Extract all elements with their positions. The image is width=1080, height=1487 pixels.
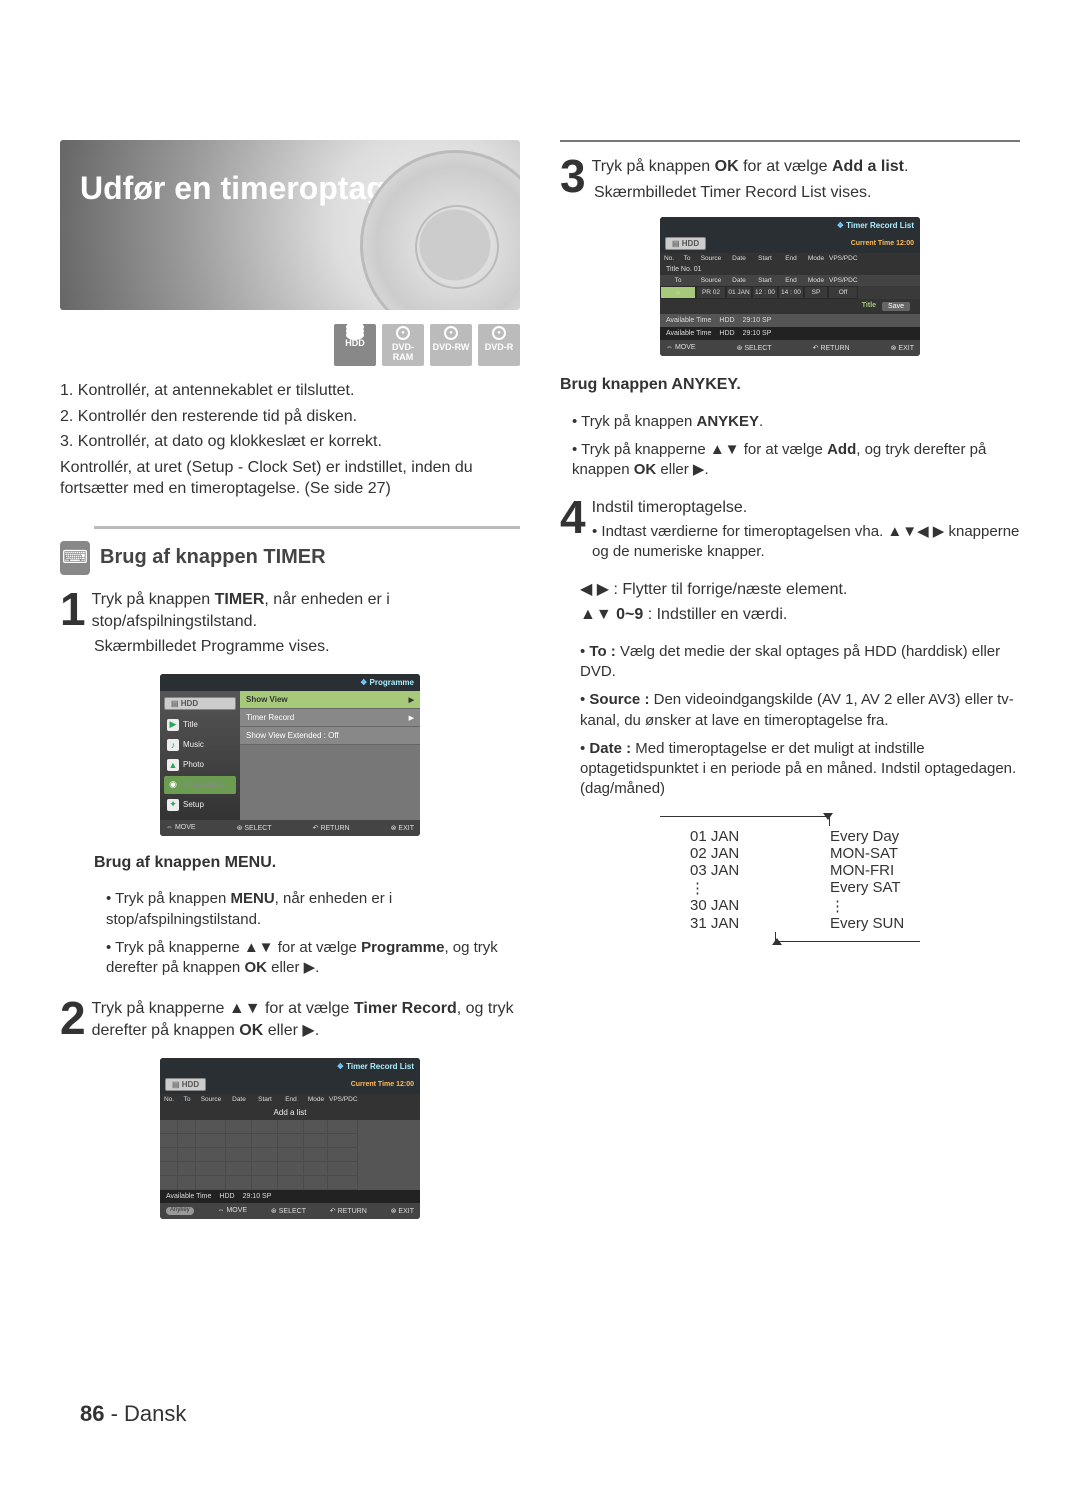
step-4-b: Indtast værdierne for timeroptagelsen vh… — [592, 522, 1020, 563]
menu-b2: Tryk på knapperne ▲▼ for at vælge Progra… — [106, 938, 520, 979]
step-4: 4 Indstil timeroptagelse. Indtast værdie… — [560, 497, 1020, 800]
anykey-b1: Tryk på knappen ANYKEY. — [572, 412, 1020, 432]
step-3-text-a: Tryk på knappen OK for at vælge Add a li… — [560, 156, 1020, 178]
step-1: 1 Tryk på knappen TIMER, når enheden er … — [60, 589, 520, 658]
section-title: Brug af knappen TIMER — [100, 546, 326, 569]
step-1-text-b: Skærmbilledet Programme vises. — [94, 636, 520, 658]
step-4-a: Indstil timeroptagelse. — [560, 497, 1020, 519]
step-number-1: 1 — [60, 589, 86, 630]
hero-banner: Udfør en timeroptagelse — [60, 140, 520, 310]
date-diagram: 01 JANEvery Day 02 JANMON-SAT 03 JANMON-… — [640, 816, 940, 942]
screen1-sidebar: HDD ▶Title ♪Music ▲Photo ◉Programme ✦Set… — [160, 691, 240, 820]
step-4-source: Source : Den videoindgangskilde (AV 1, A… — [580, 690, 1020, 731]
menu-head: Brug af knappen MENU. — [94, 852, 520, 874]
screen-timer-list-empty: Timer Record List HDD Current Time 12:00… — [160, 1058, 420, 1219]
screen3-title: Timer Record List — [660, 217, 920, 234]
step-3-text-b: Skærmbilledet Timer Record List vises. — [594, 182, 1020, 204]
screen2-add: Add a list — [160, 1105, 420, 1120]
anykey-group: Brug knappen ANYKEY. Tryk på knappen ANY… — [560, 374, 1020, 480]
badge-dvdr: DVD-R — [478, 324, 520, 366]
step-3: 3 Tryk på knappen OK for at vælge Add a … — [560, 156, 1020, 203]
intro-text: 1. Kontrollér, at antennekablet er tilsl… — [60, 380, 520, 500]
step-4-to: To : Vælg det medie der skal optages på … — [580, 642, 1020, 683]
media-badges: HDD DVD-RAM DVD-RW DVD-R — [60, 324, 520, 366]
page-footer: 86 - Dansk — [80, 1401, 186, 1427]
badge-dvdrw: DVD-RW — [430, 324, 472, 366]
step-1-text-a: Tryk på knappen TIMER, når enheden er i … — [60, 589, 520, 632]
step-2-text: Tryk på knapperne ▲▼ for at vælge Timer … — [60, 998, 520, 1041]
screen3-nav: ⇔ MOVE ⊛ SELECT ↶ RETURN ⊗ EXIT — [660, 340, 920, 356]
section-divider — [94, 526, 520, 529]
step-4-c2: ▲▼ 0~9 : Indstiller en værdi. — [580, 604, 1020, 626]
badge-hdd: HDD — [334, 324, 376, 366]
anykey-head: Brug knappen ANYKEY. — [560, 374, 1020, 396]
menu-b1: Tryk på knappen MENU, når enheden er i s… — [106, 889, 520, 930]
screen2-nav: Anykey ⇔ MOVE ⊛ SELECT ↶ RETURN ⊗ EXIT — [160, 1203, 420, 1219]
screen3-save-button: Save — [882, 302, 910, 311]
screen-programme: Programme HDD ▶Title ♪Music ▲Photo ◉Prog… — [160, 674, 420, 836]
anykey-b2: Tryk på knapperne ▲▼ for at vælge Add, o… — [572, 440, 1020, 481]
screen2-title: Timer Record List — [160, 1058, 420, 1075]
screen1-title: Programme — [160, 674, 420, 691]
screen1-main: Show View Timer Record Show View Extende… — [240, 691, 420, 820]
right-column: 3 Tryk på knappen OK for at vælge Add a … — [560, 140, 1020, 1235]
step-4-date: Date : Med timeroptagelse er det muligt … — [580, 739, 1020, 800]
left-column: Udfør en timeroptagelse HDD DVD-RAM DVD-… — [60, 140, 520, 1235]
section-head: ⌨ Brug af knappen TIMER — [60, 541, 520, 575]
badge-dvdram: DVD-RAM — [382, 324, 424, 366]
remote-icon: ⌨ — [60, 541, 90, 575]
screen1-hdd: HDD — [164, 697, 236, 710]
step-number-4: 4 — [560, 497, 586, 538]
menu-group: Brug af knappen MENU. Tryk på knappen ME… — [60, 852, 520, 979]
screen1-nav: ⇔ MOVE ⊛ SELECT ↶ RETURN ⊗ EXIT — [160, 820, 420, 836]
screen-timer-list-edit: Timer Record List HDD Current Time 12:00… — [660, 217, 920, 356]
step-4-c1: ◀ ▶ : Flytter til forrige/næste element. — [580, 579, 1020, 601]
step-number-3: 3 — [560, 156, 586, 197]
step-2: 2 Tryk på knapperne ▲▼ for at vælge Time… — [60, 998, 520, 1041]
step-number-2: 2 — [60, 998, 86, 1039]
